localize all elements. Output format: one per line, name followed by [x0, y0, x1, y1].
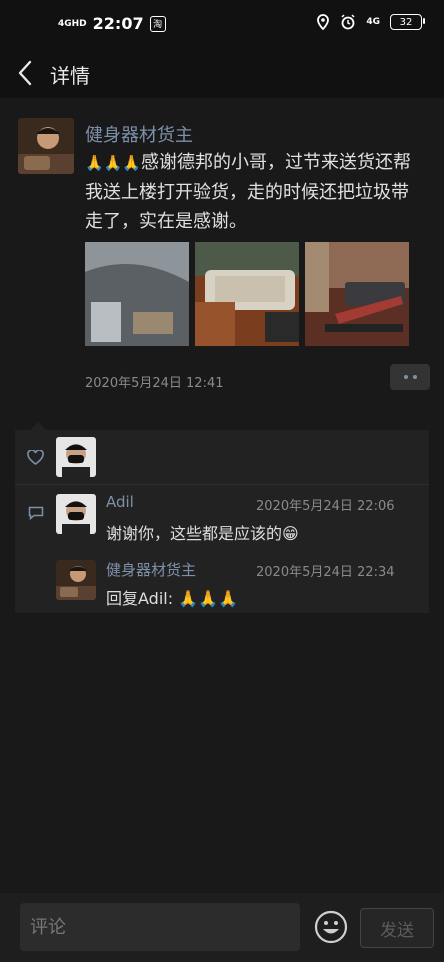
comment-author[interactable]: 健身器材货主 [106, 559, 196, 580]
signal-icon: 4GHD [58, 18, 87, 29]
poster-avatar[interactable] [18, 118, 74, 174]
send-button[interactable]: 发送 [360, 908, 434, 948]
more-options-button[interactable] [390, 364, 430, 390]
comment-author[interactable]: Adil [106, 493, 134, 511]
interactions-panel: Adil 2020年5月24日 22:06 谢谢你，这些都是应该的😁 健身器材货… [15, 422, 429, 613]
nav-bar: 详情 [0, 48, 444, 98]
folded-hands-emoji: 🙏🙏🙏 [85, 154, 142, 172]
commenter-avatar[interactable] [56, 494, 96, 534]
post-photo-2[interactable] [195, 242, 299, 346]
emoji-button[interactable] [314, 910, 348, 944]
comment-text[interactable]: 回复Adil: 🙏🙏🙏 [106, 585, 238, 609]
dot-icon [403, 375, 408, 379]
post-timestamp: 2020年5月24日 12:41 [85, 376, 224, 391]
taobao-icon: 淘 [149, 15, 166, 32]
page-title: 详情 [50, 64, 90, 88]
comment-text[interactable]: 谢谢你，这些都是应该的😁 [106, 520, 299, 544]
network-4g: 4G [366, 17, 380, 27]
comment-timestamp: 2020年5月24日 22:06 [256, 499, 395, 514]
commenter-avatar[interactable] [56, 560, 96, 600]
status-left: 4GHD 22:07 淘 [58, 14, 166, 33]
post-photo-1[interactable] [85, 242, 189, 346]
divider [15, 484, 429, 485]
heart-icon [27, 450, 44, 465]
smiley-icon [314, 910, 348, 944]
comment-input[interactable] [20, 903, 300, 951]
status-bar: 4GHD 22:07 淘 4G 32 [0, 0, 444, 48]
liker-avatar[interactable] [56, 437, 96, 477]
battery-icon: 32 [390, 14, 425, 30]
post-photo-3[interactable] [305, 242, 409, 346]
post-text: 🙏🙏🙏感谢德邦的小哥，过节来送货还帮我送上楼打开验货，走的时候还把垃圾带走了，实… [85, 148, 425, 236]
comment-bar: 发送 [0, 893, 444, 962]
location-icon [317, 14, 330, 30]
alarm-icon [341, 14, 355, 30]
poster-name[interactable]: 健身器材货主 [85, 121, 193, 147]
comment-icon [28, 506, 44, 520]
likes-row [15, 430, 429, 484]
chevron-left-icon [18, 60, 32, 86]
comment-timestamp: 2020年5月24日 22:34 [256, 565, 395, 580]
dot-icon [412, 375, 417, 379]
clock: 22:07 [92, 14, 144, 33]
back-button[interactable] [12, 56, 40, 90]
status-right: 4G 32 [316, 14, 425, 30]
